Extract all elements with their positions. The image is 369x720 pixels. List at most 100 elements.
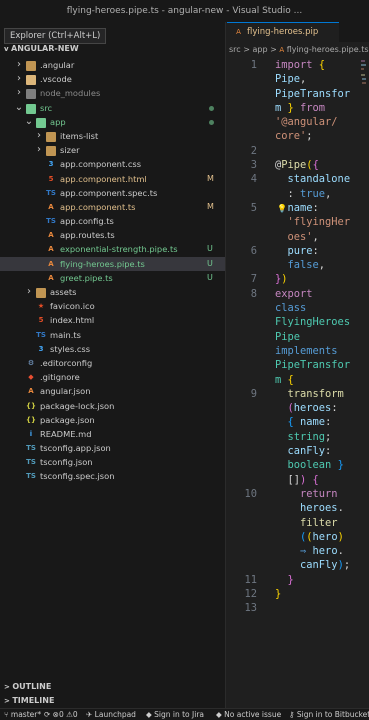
tree-item-label: tsconfig.app.json (40, 443, 111, 454)
tree-file[interactable]: Aapp.component.ts M (0, 200, 225, 214)
code-line[interactable]: 6 pure: (227, 244, 369, 258)
code-token: boolean (275, 459, 338, 472)
branch-indicator[interactable]: ⑂ master* (4, 709, 41, 720)
code-line[interactable]: 9 transform (227, 387, 369, 401)
code-line[interactable]: Pipe (227, 330, 369, 344)
code-line[interactable]: implements (227, 344, 369, 358)
tree-file[interactable]: TS app.config.ts (0, 214, 225, 228)
code-line[interactable]: (heroes: (227, 401, 369, 415)
minimap[interactable] (361, 60, 367, 120)
tree-folder[interactable]: ⌄ src (0, 101, 225, 115)
tree-file[interactable]: TS tsconfig.app.json (0, 441, 225, 455)
code-line[interactable]: '@angular/ (227, 115, 369, 129)
breadcrumb-item[interactable]: src (229, 45, 241, 54)
chevron-right-icon[interactable]: › (34, 143, 44, 157)
chevron-right-icon[interactable]: › (34, 129, 44, 143)
code-line[interactable]: ((hero) (227, 530, 369, 544)
chevron-down-icon[interactable]: ⌄ (24, 115, 34, 129)
code-area[interactable]: 1 import {Pipe, PipeTransfor m } from '@angu… (227, 58, 369, 616)
tree-folder[interactable]: › .angular (0, 58, 225, 72)
code-line[interactable]: 2 (227, 144, 369, 158)
tree-folder[interactable]: › sizer (0, 143, 225, 157)
code-line[interactable]: 'flyingHer (227, 215, 369, 229)
tree-file[interactable]: 5 app.component.html M (0, 172, 225, 186)
code-line[interactable]: string; (227, 430, 369, 444)
tree-file[interactable]: 3 app.component.css (0, 157, 225, 171)
code-line[interactable]: 5 💡 name: (227, 201, 369, 215)
tree-file[interactable]: Aangular.json (0, 384, 225, 398)
line-number: 1 (250, 59, 257, 71)
code-line[interactable]: filter (227, 516, 369, 530)
code-line[interactable]: m } from (227, 101, 369, 115)
code-token: : (312, 201, 319, 214)
code-line[interactable]: 11 } (227, 573, 369, 587)
editor-tab-active[interactable]: A flying-heroes.pip (227, 22, 339, 42)
tree-folder[interactable]: › .vscode (0, 72, 225, 86)
code-line[interactable]: class (227, 301, 369, 315)
code-line[interactable]: FlyingHeroes (227, 315, 369, 329)
code-text: (heroes: (275, 401, 338, 415)
tree-folder[interactable]: › items-list (0, 129, 225, 143)
code-line[interactable]: 10 return (227, 487, 369, 501)
code-line[interactable]: []) { (227, 473, 369, 487)
breadcrumb-item[interactable]: flying-heroes.pipe.ts (287, 45, 369, 54)
launchpad-item[interactable]: ✈ Launchpad (86, 709, 136, 720)
tree-file[interactable]: {} package.json (0, 413, 225, 427)
code-line[interactable]: Pipe, (227, 72, 369, 86)
breadcrumb-item[interactable]: app (252, 45, 267, 54)
code-line[interactable]: 13 (227, 601, 369, 615)
tree-folder[interactable]: › assets (0, 285, 225, 299)
chevron-right-icon[interactable]: › (14, 86, 24, 100)
tree-file[interactable]: Agreet.pipe.ts U (0, 271, 225, 285)
tree-file[interactable]: TS tsconfig.spec.json (0, 469, 225, 483)
chevron-right-icon[interactable]: › (24, 285, 34, 299)
chevron-down-icon[interactable]: ⌄ (14, 101, 24, 115)
tree-file[interactable]: 5 index.html (0, 313, 225, 327)
bitbucket-signin[interactable]: ⚷ Sign in to Bitbucket (289, 709, 369, 720)
code-line[interactable]: ⇒ hero. (227, 544, 369, 558)
tree-file[interactable]: TS tsconfig.json (0, 455, 225, 469)
code-line[interactable]: canFly); (227, 558, 369, 572)
chevron-right-icon[interactable]: › (14, 58, 24, 72)
tree-file[interactable]: {} package-lock.json (0, 399, 225, 413)
code-line[interactable]: PipeTransfor (227, 87, 369, 101)
tree-file[interactable]: Aapp.routes.ts (0, 228, 225, 242)
code-line[interactable]: { name: (227, 415, 369, 429)
code-line[interactable]: 7}) (227, 272, 369, 286)
tree-file[interactable]: i README.md (0, 427, 225, 441)
tree-file[interactable]: TS main.ts (0, 328, 225, 342)
tsconfig-file-icon: TS (26, 472, 36, 481)
code-line[interactable]: core'; (227, 129, 369, 143)
tree-file[interactable]: 3 styles.css (0, 342, 225, 356)
timeline-section[interactable]: > TIMELINE (0, 694, 225, 708)
jira-signin[interactable]: ◆ Sign in to Jira (146, 709, 204, 720)
code-editor[interactable]: A flying-heroes.pip src > app > A flying… (227, 22, 369, 708)
code-line[interactable]: oes', (227, 230, 369, 244)
outline-section[interactable]: > OUTLINE (0, 680, 225, 694)
code-line[interactable]: canFly: (227, 444, 369, 458)
code-line[interactable]: boolean } (227, 458, 369, 472)
tree-file[interactable]: Aexponential-strength.pipe.ts U (0, 242, 225, 256)
code-token: . (337, 545, 344, 558)
code-line[interactable]: 8 export (227, 287, 369, 301)
code-line[interactable]: m { (227, 373, 369, 387)
chevron-right-icon[interactable]: › (14, 72, 24, 86)
issue-item[interactable]: ◆ No active issue (216, 709, 281, 720)
explorer-root-header[interactable]: v ANGULAR-NEW (0, 42, 225, 56)
tree-folder[interactable]: ⌄ app (0, 115, 225, 129)
code-line[interactable]: false, (227, 258, 369, 272)
code-line[interactable]: 4 standalone (227, 172, 369, 186)
code-line[interactable]: heroes. (227, 501, 369, 515)
code-line[interactable]: 1 import { (227, 58, 369, 72)
tree-file[interactable]: ⚙ .editorconfig (0, 356, 225, 370)
tree-file[interactable]: ★ favicon.ico (0, 299, 225, 313)
code-line[interactable]: PipeTransfor (227, 358, 369, 372)
code-line[interactable]: 3 @Pipe({ (227, 158, 369, 172)
tree-folder[interactable]: › node_modules (0, 86, 225, 100)
tree-file[interactable]: TS app.component.spec.ts (0, 186, 225, 200)
code-line[interactable]: 12} (227, 587, 369, 601)
sync-icon[interactable]: ⟳ ⊗0 ⚠0 (44, 709, 78, 720)
tree-file[interactable]: Aflying-heroes.pipe.ts U (0, 256, 225, 271)
tree-file[interactable]: ◆ .gitignore (0, 370, 225, 384)
code-line[interactable]: : true, (227, 187, 369, 201)
